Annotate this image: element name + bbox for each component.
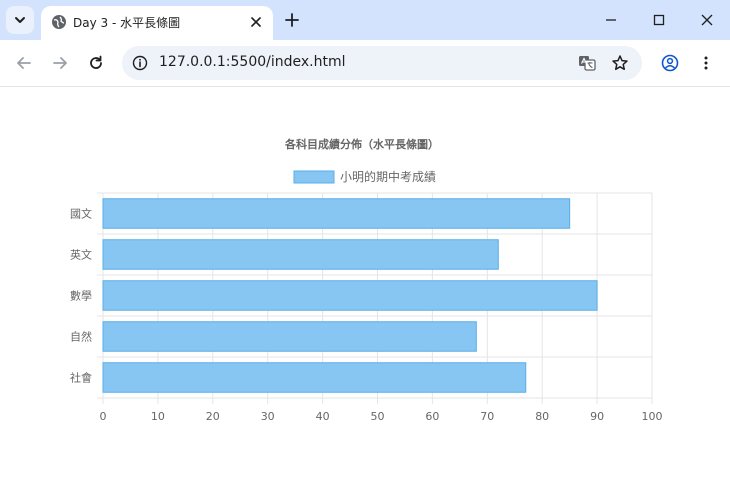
minimize-icon[interactable] xyxy=(603,12,619,28)
y-tick-label: 數學 xyxy=(70,290,92,303)
url-text[interactable]: 127.0.0.1:5500/index.html xyxy=(159,54,346,70)
globe-icon xyxy=(52,15,66,29)
x-tick-label: 80 xyxy=(535,410,549,423)
chart-legend[interactable]: 小明的期中考成績 xyxy=(293,169,436,184)
x-tick-label: 20 xyxy=(206,410,220,423)
bar-2[interactable] xyxy=(102,280,598,311)
legend-swatch xyxy=(293,170,335,184)
bars xyxy=(102,198,598,393)
y-tick-label: 自然 xyxy=(70,330,92,344)
translate-icon[interactable] xyxy=(578,54,596,72)
forward-arrow-icon[interactable] xyxy=(51,54,69,72)
x-tick-label: 30 xyxy=(261,410,275,423)
x-tick-label: 50 xyxy=(371,410,385,423)
y-tick-label: 國文 xyxy=(70,207,92,221)
tab-title: Day 3 - 水平長條圖 xyxy=(73,16,181,30)
x-tick-label: 60 xyxy=(425,410,439,423)
more-menu-icon[interactable] xyxy=(697,54,715,72)
site-info-icon[interactable] xyxy=(132,55,148,71)
y-tick-label: 社會 xyxy=(70,371,92,385)
x-tick-label: 40 xyxy=(316,410,330,423)
bar-1[interactable] xyxy=(102,239,499,270)
browser-titlebar: Day 3 - 水平長條圖 xyxy=(0,0,730,40)
new-tab-icon[interactable] xyxy=(284,12,300,28)
close-tab-icon[interactable] xyxy=(249,15,263,29)
y-tick-label: 英文 xyxy=(70,248,92,262)
x-tick-label: 90 xyxy=(590,410,604,423)
address-bar[interactable]: 127.0.0.1:5500/index.html xyxy=(122,46,642,80)
x-tick-label: 10 xyxy=(151,410,165,423)
x-tick-label: 100 xyxy=(642,410,663,423)
bar-3[interactable] xyxy=(102,321,477,352)
x-tick-label: 0 xyxy=(100,410,107,423)
reload-icon[interactable] xyxy=(87,54,105,72)
chevron-down-icon xyxy=(15,17,25,23)
maximize-icon[interactable] xyxy=(651,12,667,28)
close-window-icon[interactable] xyxy=(699,12,715,28)
bar-0[interactable] xyxy=(102,198,571,229)
tab-search-button[interactable] xyxy=(6,6,34,34)
browser-tab-active[interactable]: Day 3 - 水平長條圖 xyxy=(41,6,273,40)
profile-icon[interactable] xyxy=(661,54,679,72)
chart-title: 各科目成績分佈（水平長條圖） xyxy=(284,137,439,151)
bar-4[interactable] xyxy=(102,362,527,393)
x-tick-label: 70 xyxy=(480,410,494,423)
bookmark-star-icon[interactable] xyxy=(611,54,629,72)
back-arrow-icon[interactable] xyxy=(15,54,33,72)
horizontal-bar-chart: 各科目成績分佈（水平長條圖） 小明的期中考成績 0 10 20 30 40 50 60 70 8… xyxy=(70,137,663,423)
legend-label: 小明的期中考成績 xyxy=(340,169,436,184)
browser-toolbar: 127.0.0.1:5500/index.html xyxy=(0,40,730,87)
page-content: 各科目成績分佈（水平長條圖） 小明的期中考成績 0 10 20 30 40 50 60 70 8… xyxy=(0,87,730,501)
